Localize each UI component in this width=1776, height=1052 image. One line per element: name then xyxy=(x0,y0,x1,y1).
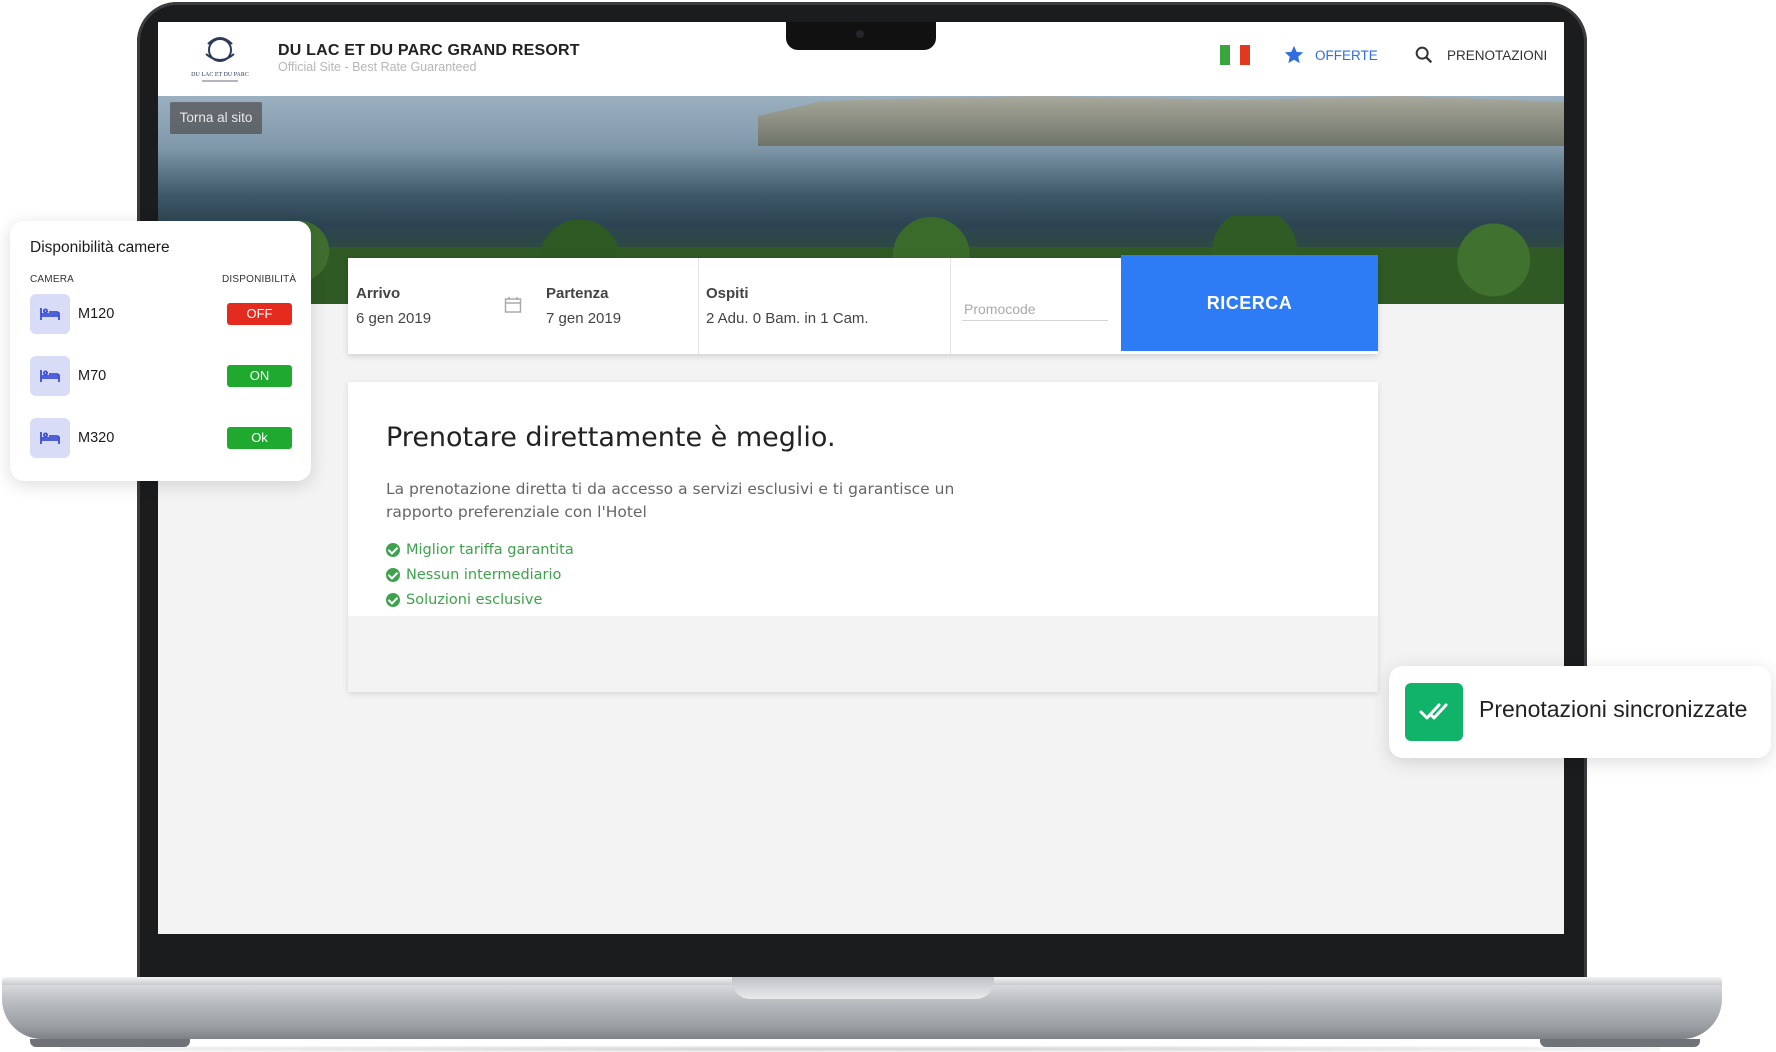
guests-field[interactable]: Ospiti 2 Adu. 0 Bam. in 1 Cam. xyxy=(706,258,956,354)
benefit-item: Soluzioni esclusive xyxy=(386,587,574,612)
promo-description: La prenotazione diretta ti da accesso a … xyxy=(386,480,955,521)
search-button[interactable]: RICERCA xyxy=(1121,255,1378,351)
arrival-label: Arrivo xyxy=(356,285,401,302)
benefit-label: Nessun intermediario xyxy=(406,566,562,583)
direct-booking-card: Prenotare direttamente è meglio. La pren… xyxy=(348,382,1378,692)
sync-status-card: Prenotazioni sincronizzate xyxy=(1389,666,1771,758)
availability-toggle[interactable]: OFF xyxy=(227,303,292,325)
field-divider xyxy=(950,258,951,354)
laptop-base xyxy=(2,977,1722,1039)
brand-title: DU LAC ET DU PARC GRAND RESORT xyxy=(278,42,580,59)
search-icon xyxy=(1415,46,1433,64)
bed-icon xyxy=(30,418,70,458)
arrival-value: 6 gen 2019 xyxy=(356,310,432,327)
sync-status-label: Prenotazioni sincronizzate xyxy=(1479,696,1748,722)
availability-toggle[interactable]: ON xyxy=(227,365,292,387)
check-circle-icon xyxy=(386,592,400,607)
benefit-label: Miglior tariffa garantita xyxy=(406,541,574,558)
base-lip-groove xyxy=(732,977,994,999)
room-name: M70 xyxy=(78,368,107,384)
room-row: M70 ON xyxy=(30,356,292,396)
guests-label: Ospiti xyxy=(706,285,749,302)
room-row: M120 OFF xyxy=(30,294,292,334)
bed-icon xyxy=(30,294,70,334)
check-circle-icon xyxy=(386,542,400,557)
nav-prenotazioni-link[interactable]: PRENOTAZIONI xyxy=(1413,44,1547,66)
promocode-input[interactable]: Promocode xyxy=(962,298,1108,321)
brand-subtitle: Official Site - Best Rate Guaranteed xyxy=(278,60,477,74)
resort-logo[interactable]: DU LAC ET DU PARC xyxy=(180,30,260,88)
booking-search-bar: Arrivo 6 gen 2019 Partenza 7 gen 2019 Os… xyxy=(348,255,1378,354)
room-availability-card: Disponibilità camere CAMERA DISPONIBILIT… xyxy=(10,221,311,481)
laptop-shadow xyxy=(60,1046,1660,1052)
bed-icon xyxy=(30,356,70,396)
departure-label: Partenza xyxy=(546,285,609,302)
nav-prenotazioni-label: PRENOTAZIONI xyxy=(1447,47,1548,63)
field-divider xyxy=(698,258,699,354)
star-icon xyxy=(1284,45,1304,64)
guests-value: 2 Adu. 0 Bam. in 1 Cam. xyxy=(706,310,869,327)
column-header-disponibilita: DISPONIBILITÀ xyxy=(222,274,297,285)
departure-field[interactable]: Partenza 7 gen 2019 xyxy=(546,258,696,354)
camera-icon xyxy=(856,30,864,38)
nav-offerte-label: OFFERTE xyxy=(1315,47,1378,63)
column-header-camera: CAMERA xyxy=(30,274,74,285)
svg-text:DU LAC ET DU PARC: DU LAC ET DU PARC xyxy=(191,72,249,78)
italian-flag-icon[interactable] xyxy=(1220,45,1250,65)
promo-title: Prenotare direttamente è meglio. xyxy=(386,422,836,453)
benefit-item: Nessun intermediario xyxy=(386,562,574,587)
laptop-screen: DU LAC ET DU PARC DU LAC ET DU PARC GRAN… xyxy=(158,22,1564,934)
arrival-field[interactable]: Arrivo 6 gen 2019 xyxy=(356,258,536,354)
room-name: M320 xyxy=(78,430,115,446)
camera-notch xyxy=(786,22,936,50)
availability-title: Disponibilità camere xyxy=(30,239,170,256)
benefit-item: Miglior tariffa garantita xyxy=(386,537,574,562)
benefit-label: Soluzioni esclusive xyxy=(406,591,543,608)
room-name: M120 xyxy=(78,306,115,322)
nav-offerte-link[interactable]: OFFERTE xyxy=(1283,44,1378,66)
room-row: M320 Ok xyxy=(30,418,292,458)
promo-card-footer xyxy=(348,616,1378,692)
availability-toggle[interactable]: Ok xyxy=(227,427,292,449)
check-circle-icon xyxy=(386,567,400,582)
hero-cliffs xyxy=(758,96,1564,146)
back-to-site-button[interactable]: Torna al sito xyxy=(170,102,262,134)
calendar-icon[interactable] xyxy=(504,296,522,314)
departure-value: 7 gen 2019 xyxy=(546,310,622,327)
benefits-list: Miglior tariffa garantita Nessun interme… xyxy=(386,537,574,612)
double-check-icon xyxy=(1405,683,1463,741)
